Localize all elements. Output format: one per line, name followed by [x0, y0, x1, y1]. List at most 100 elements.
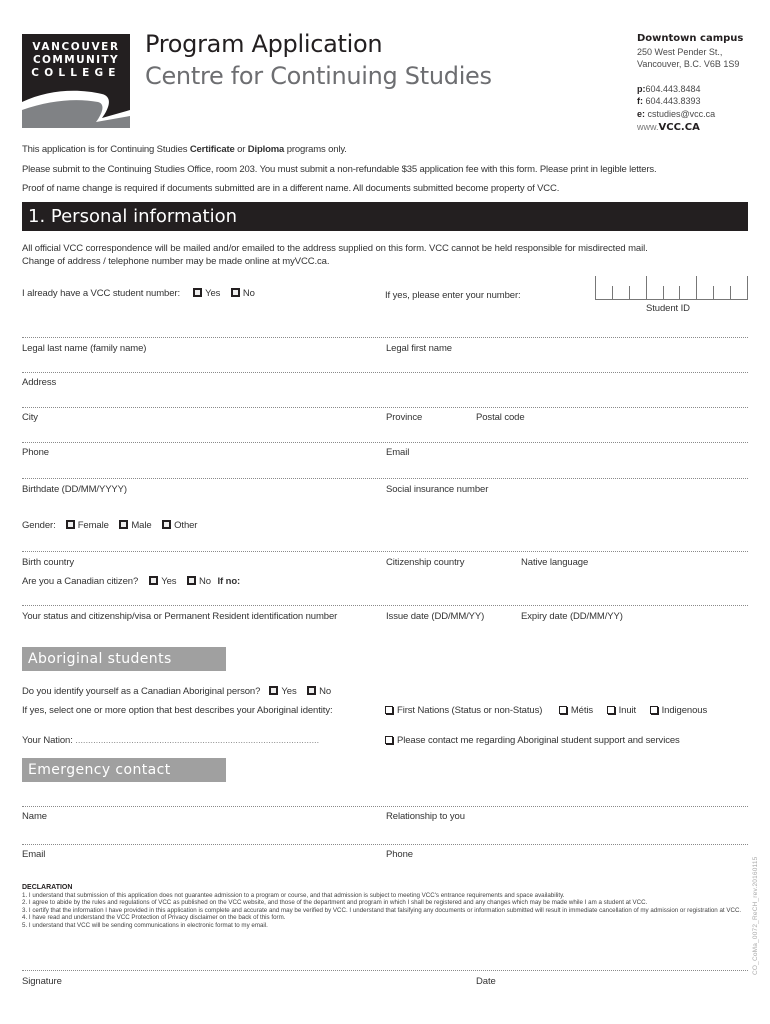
status-id-field[interactable]: Your status and citizenship/visa or Perm… [22, 611, 337, 622]
section-heading-personal: 1. Personal information [22, 202, 748, 231]
gender-row: Gender: Female Male Other [22, 520, 205, 531]
fax-line: f: 604.443.8393 [637, 95, 743, 108]
identity-metis[interactable]: Métis [558, 705, 593, 716]
student-id-divider [629, 286, 630, 300]
campus-name: Downtown campus [637, 33, 744, 44]
gender-female[interactable]: Female [65, 520, 109, 531]
identity-prompt: If yes, select one or more option that b… [22, 705, 333, 716]
phone-label: p: [637, 83, 646, 94]
field-line [22, 442, 748, 443]
native-language-field[interactable]: Native language [521, 557, 588, 568]
student-id-divider [730, 286, 731, 300]
intro-line-2: Please submit to the Continuing Studies … [22, 164, 657, 175]
checkbox-icon[interactable] [186, 576, 196, 585]
identity-options: First Nations (Status or non-Status) Mét… [385, 705, 707, 716]
checkbox-icon[interactable] [149, 576, 159, 585]
web-prefix: www. [637, 122, 659, 132]
student-id-divider [612, 286, 613, 300]
student-id-divider [713, 286, 714, 300]
address-field[interactable]: Address [22, 377, 56, 388]
fax-value: 604.443.8393 [643, 96, 701, 106]
checkbox-icon[interactable] [230, 288, 240, 297]
field-line [22, 407, 748, 408]
checkbox-icon[interactable] [385, 706, 393, 714]
form-title: Program Application [145, 30, 383, 58]
gender-other[interactable]: Other [162, 520, 197, 531]
citizen-no[interactable]: No [186, 576, 211, 587]
gender-male[interactable]: Male [119, 520, 152, 531]
province-field[interactable]: Province [386, 412, 422, 423]
identity-first-nations[interactable]: First Nations (Status or non-Status) [385, 705, 542, 716]
checkbox-icon[interactable] [269, 686, 279, 695]
logo-line: COMMUNITY [32, 54, 120, 66]
birth-country-field[interactable]: Birth country [22, 557, 74, 568]
checkbox-icon[interactable] [193, 288, 203, 297]
sin-field[interactable]: Social insurance number [386, 484, 488, 495]
declaration: DECLARATION 1. I understand that submiss… [22, 884, 742, 930]
checkbox-icon[interactable] [649, 706, 658, 714]
student-id-divider [595, 276, 596, 300]
first-name-field[interactable]: Legal first name [386, 343, 452, 354]
student-id-divider [679, 286, 680, 300]
checkbox-icon[interactable] [385, 736, 393, 744]
nation-field[interactable]: Your Nation: ...........................… [22, 735, 377, 746]
logo-line: VANCOUVER [32, 41, 120, 53]
section-heading-emergency: Emergency contact [22, 758, 226, 782]
aboriginal-no[interactable]: No [307, 686, 331, 697]
emergency-relationship-field[interactable]: Relationship to you [386, 811, 465, 822]
city-field[interactable]: City [22, 412, 38, 423]
identity-inuit[interactable]: Inuit [606, 705, 636, 716]
certificate-emphasis: Certificate [189, 144, 235, 155]
student-id-label: Student ID [646, 303, 690, 314]
aboriginal-yes[interactable]: Yes [269, 686, 297, 697]
checkbox-icon[interactable] [119, 520, 129, 529]
logo-line: COLLEGE [31, 67, 121, 79]
identity-indigenous[interactable]: Indigenous [649, 705, 707, 716]
student-id-divider [747, 276, 748, 300]
student-number-question: I already have a VCC student number: [22, 288, 180, 299]
emergency-email-field[interactable]: Email [22, 849, 45, 860]
logo-wave-icon [22, 90, 130, 128]
expiry-date-field[interactable]: Expiry date (DD/MM/YY) [521, 611, 623, 622]
emergency-phone-field[interactable]: Phone [386, 849, 413, 860]
birthdate-field[interactable]: Birthdate (DD/MM/YYYY) [22, 484, 127, 495]
student-number-no[interactable]: No [230, 288, 255, 299]
website[interactable]: www.VCC.CA [637, 122, 700, 133]
declaration-item: 5. I understand that VCC will be sending… [22, 921, 268, 929]
student-id-input[interactable] [595, 276, 748, 300]
field-line [22, 478, 748, 479]
citizenship-country-field[interactable]: Citizenship country [386, 557, 464, 568]
citizen-question: Are you a Canadian citizen? [22, 576, 139, 587]
issue-date-field[interactable]: Issue date (DD/MM/YY) [386, 611, 484, 622]
declaration-item: 2. I agree to abide by the rules and reg… [22, 899, 648, 907]
gender-label: Gender: [22, 520, 56, 531]
citizen-yes[interactable]: Yes [149, 576, 177, 587]
form-code: CO_CoMa_0072_ReCH_rev.20160115 [752, 856, 759, 976]
vcc-logo: VANCOUVER COMMUNITY COLLEGE [22, 34, 130, 128]
student-number-row: I already have a VCC student number: Yes… [22, 288, 263, 299]
date-field[interactable]: Date [476, 976, 496, 987]
student-id-divider [696, 276, 697, 300]
web-domain: VCC.CA [658, 122, 700, 133]
enter-number-prompt: If yes, please enter your number: [385, 290, 521, 301]
postal-code-field[interactable]: Postal code [476, 412, 525, 423]
checkbox-icon[interactable] [606, 706, 615, 714]
checkbox-icon[interactable] [65, 520, 75, 529]
contact-me-option[interactable]: Please contact me regarding Aboriginal s… [385, 735, 680, 746]
section-heading-aboriginal: Aboriginal students [22, 647, 226, 671]
checkbox-icon[interactable] [558, 706, 567, 714]
phone-field[interactable]: Phone [22, 447, 49, 458]
last-name-field[interactable]: Legal last name (family name) [22, 343, 146, 354]
emergency-name-field[interactable]: Name [22, 811, 47, 822]
field-line [22, 372, 748, 373]
field-line [22, 551, 748, 552]
student-number-yes[interactable]: Yes [193, 288, 220, 299]
checkbox-icon[interactable] [307, 686, 317, 695]
aboriginal-identify-row: Do you identify yourself as a Canadian A… [22, 686, 339, 697]
citizen-row: Are you a Canadian citizen? Yes No If no… [22, 576, 240, 587]
signature-field[interactable]: Signature [22, 976, 62, 987]
field-line [22, 806, 748, 807]
email-field[interactable]: Email [386, 447, 409, 458]
checkbox-icon[interactable] [162, 520, 172, 529]
contact-block: Downtown campus 250 West Pender St., Van… [637, 33, 743, 120]
